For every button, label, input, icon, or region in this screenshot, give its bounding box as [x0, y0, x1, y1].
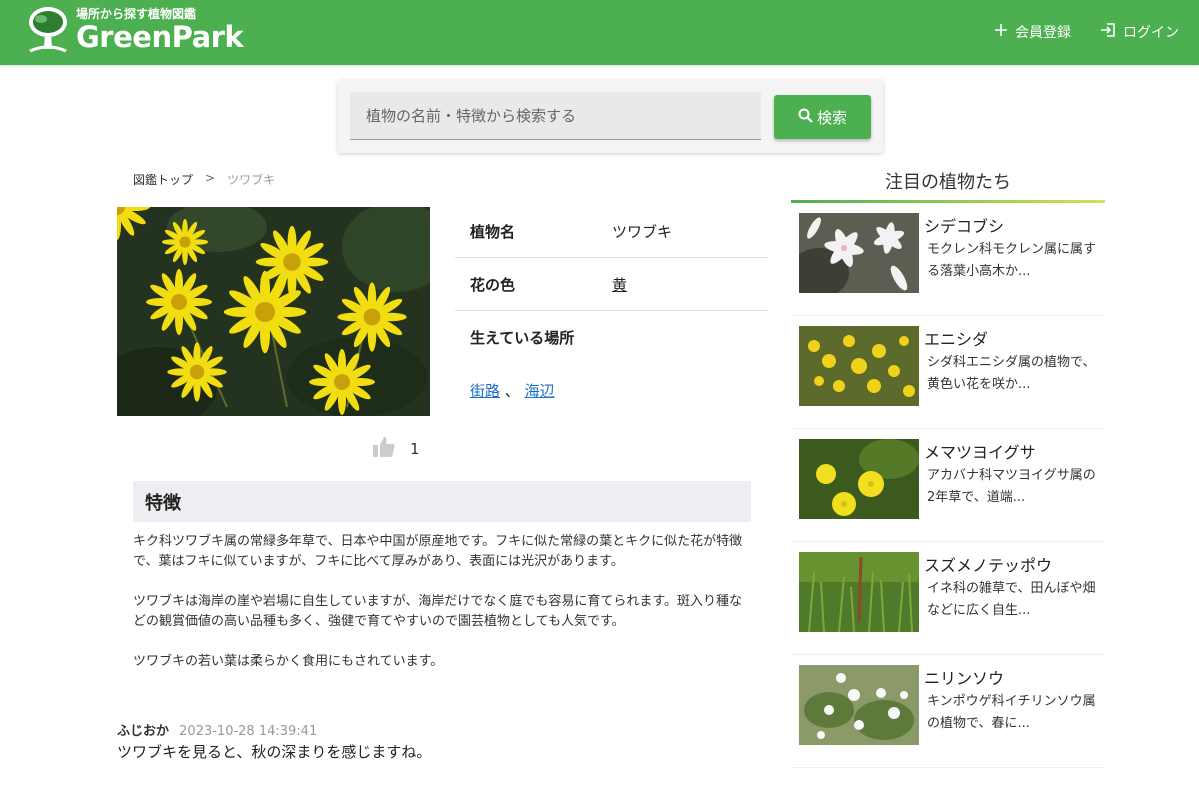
features-paragraph: キク科ツワブキ属の常緑多年草で、日本や中国が原産地です。フキに似た常緑の葉とキク… [133, 534, 743, 569]
plant-name-row: 植物名 ツワブキ [455, 205, 768, 258]
plant-name-value: ツワブキ [612, 222, 673, 241]
comment-text: ツワブキを見ると、秋の深まりを感じますね。 [117, 743, 432, 761]
comment-timestamp: 2023-10-28 14:39:41 [179, 724, 318, 739]
site-logo[interactable]: 場所から探す植物図鑑 GreenPark [26, 5, 244, 55]
flower-color-label: 花の色 [470, 275, 516, 294]
featured-plants-sidebar: 注目の植物たち シデコブシ モクレン科モクレン属に属する落葉小高木か... エニ… [791, 168, 1105, 768]
habitat-link-street[interactable]: 街路 [470, 382, 500, 400]
features-paragraph: ツワブキは海岸の崖や岩場に自生していますが、海岸だけでなく庭でも容易に育てられま… [133, 594, 743, 629]
featured-plant-item[interactable]: ニリンソウ キンポウゲ科イチリンソウ属の植物で、春に... [791, 655, 1105, 768]
features-paragraph: ツワブキの若い葉は柔らかく食用にもされています。 [133, 654, 444, 669]
habitat-label: 生えている場所 [470, 329, 575, 347]
plant-info-table: 植物名 ツワブキ 花の色 黄 生えている場所 街路 、 海辺 [455, 205, 768, 401]
featured-plant-item[interactable]: シデコブシ モクレン科モクレン属に属する落葉小高木か... [791, 203, 1105, 316]
featured-plant-name: シデコブシ [924, 217, 1005, 236]
featured-plant-desc: キンポウゲ科イチリンソウ属の植物で、春に... [927, 694, 1096, 731]
sidebar-title: 注目の植物たち [791, 168, 1105, 203]
featured-plant-desc: シダ科エニシダ属の植物で、黄色い花を咲か... [927, 355, 1096, 392]
breadcrumb-separator: > [205, 171, 216, 185]
like-control[interactable]: 1 [372, 436, 420, 462]
tree-logo-icon [26, 5, 70, 55]
habitat-separator: 、 [504, 382, 520, 400]
logo-tagline: 場所から探す植物図鑑 [76, 7, 197, 21]
flower-color-row: 花の色 黄 [455, 258, 768, 311]
featured-plant-desc: イネ科の雑草で、田んぼや畑などに広く自生... [927, 581, 1096, 618]
featured-plant-item[interactable]: スズメノテッポウ イネ科の雑草で、田んぼや畑などに広く自生... [791, 542, 1105, 655]
breadcrumb: 図鑑トップ > ツワブキ [133, 171, 275, 188]
register-link[interactable]: 会員登録 [995, 22, 1071, 42]
featured-plant-name: エニシダ [924, 330, 989, 349]
login-label: ログイン [1123, 25, 1179, 41]
featured-plant-item[interactable]: エニシダ シダ科エニシダ属の植物で、黄色い花を咲か... [791, 316, 1105, 429]
featured-plant-thumbnail [799, 665, 919, 745]
featured-plant-thumbnail [799, 326, 919, 406]
habitat-link-seaside[interactable]: 海辺 [525, 382, 555, 400]
breadcrumb-current: ツワブキ [227, 173, 276, 187]
featured-plant-item[interactable]: メマツヨイグサ アカバナ科マツヨイグサ属の2年草で、道端... [791, 429, 1105, 542]
thumbs-up-icon[interactable] [372, 436, 396, 462]
search-button-label: 検索 [816, 108, 847, 127]
login-link[interactable]: ログイン [1101, 22, 1179, 42]
search-bar: 検索 [338, 80, 883, 153]
site-header: 場所から探す植物図鑑 GreenPark 会員登録 ログイン [0, 0, 1199, 65]
plant-photo [117, 207, 430, 416]
comment: ふじおか 2023-10-28 14:39:41 ツワブキを見ると、秋の深まりを… [117, 720, 431, 762]
flower-color-link[interactable]: 黄 [612, 274, 627, 295]
login-icon [1101, 23, 1115, 41]
featured-plant-name: ニリンソウ [924, 669, 1005, 688]
featured-plant-desc: モクレン科モクレン属に属する落葉小高木か... [927, 242, 1097, 279]
search-button[interactable]: 検索 [774, 95, 871, 139]
featured-plant-thumbnail [799, 439, 919, 519]
habitat-section: 生えている場所 街路 、 海辺 [455, 311, 768, 401]
plus-icon [995, 24, 1007, 40]
featured-plant-desc: アカバナ科マツヨイグサ属の2年草で、道端... [927, 468, 1096, 505]
logo-brand-name: GreenPark [76, 20, 244, 54]
like-count: 1 [410, 440, 420, 458]
search-input[interactable] [350, 92, 761, 140]
header-nav: 会員登録 ログイン [995, 22, 1179, 42]
featured-plant-name: メマツヨイグサ [924, 443, 1036, 462]
featured-plant-name: スズメノテッポウ [924, 556, 1053, 575]
featured-plant-thumbnail [799, 213, 919, 293]
plant-name-label: 植物名 [470, 222, 516, 241]
featured-plant-thumbnail [799, 552, 919, 632]
features-body: キク科ツワブキ属の常緑多年草で、日本や中国が原産地です。フキに似た常緑の葉とキク… [133, 532, 751, 692]
search-icon [798, 108, 813, 127]
comment-author: ふじおか [117, 724, 170, 739]
breadcrumb-top-link[interactable]: 図鑑トップ [133, 171, 193, 188]
features-heading: 特徴 [133, 481, 751, 522]
register-label: 会員登録 [1015, 25, 1071, 41]
